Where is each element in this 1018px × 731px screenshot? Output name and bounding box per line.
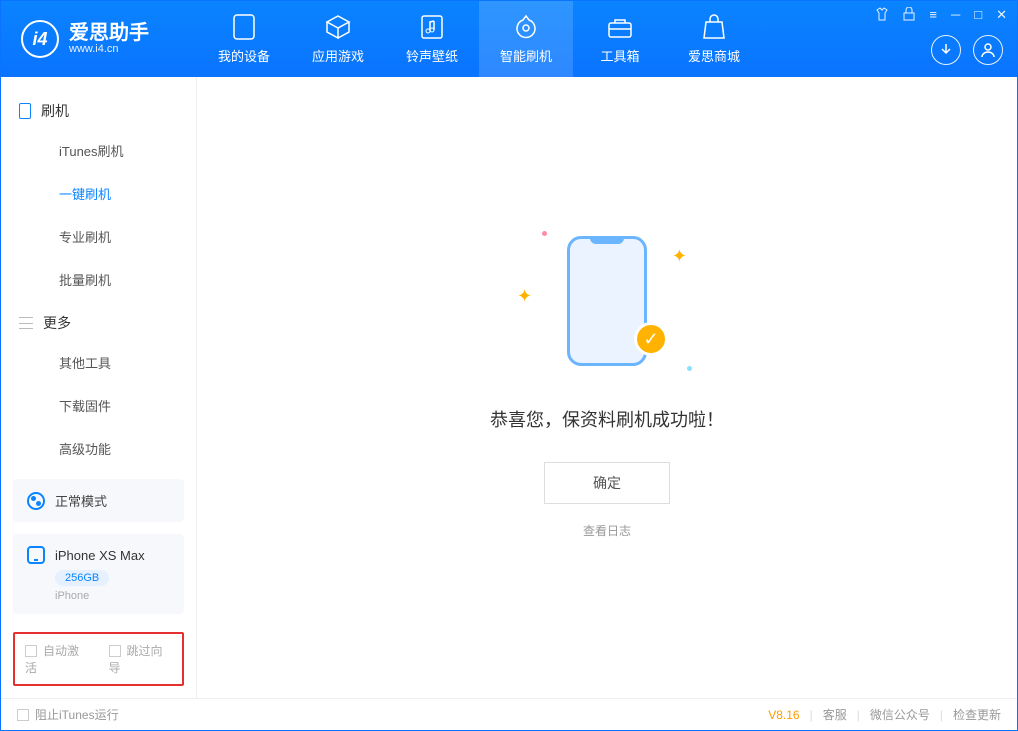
tab-label: 爱思商城 bbox=[688, 46, 740, 65]
tab-label: 智能刷机 bbox=[500, 46, 552, 65]
user-button[interactable] bbox=[973, 35, 1003, 65]
checkbox-block-itunes[interactable]: 阻止iTunes运行 bbox=[17, 706, 119, 723]
lock-icon[interactable] bbox=[903, 7, 915, 24]
dot-icon bbox=[687, 366, 692, 371]
device-name: iPhone XS Max bbox=[55, 548, 145, 563]
success-illustration: ✓ ✦ ✦ bbox=[552, 236, 662, 376]
cube-icon bbox=[325, 14, 351, 40]
app-url: www.i4.cn bbox=[69, 43, 149, 55]
dot-icon bbox=[542, 231, 547, 236]
header: i4 爱思助手 www.i4.cn 我的设备 应用游戏 铃声壁纸 智能刷机 bbox=[1, 1, 1017, 77]
device-icon bbox=[27, 546, 45, 564]
sidebar-item-other-tools[interactable]: 其他工具 bbox=[1, 341, 196, 384]
footer: 阻止iTunes运行 V8.16 | 客服 | 微信公众号 | 检查更新 bbox=[1, 698, 1017, 730]
sidebar-item-pro-flash[interactable]: 专业刷机 bbox=[1, 215, 196, 258]
sidebar-section-flash: 刷机 bbox=[1, 89, 196, 129]
sidebar-item-batch-flash[interactable]: 批量刷机 bbox=[1, 258, 196, 301]
sidebar-section-more: 更多 bbox=[1, 301, 196, 341]
mode-box[interactable]: 正常模式 bbox=[13, 479, 184, 522]
device-type: iPhone bbox=[55, 590, 170, 602]
flash-icon bbox=[513, 14, 539, 40]
tab-flash[interactable]: 智能刷机 bbox=[479, 1, 573, 77]
download-button[interactable] bbox=[931, 35, 961, 65]
check-icon: ✓ bbox=[634, 322, 668, 356]
maximize-button[interactable]: □ bbox=[974, 7, 982, 24]
footer-link-update[interactable]: 检查更新 bbox=[953, 706, 1001, 723]
main-content: ✓ ✦ ✦ 恭喜您，保资料刷机成功啦！ 确定 查看日志 bbox=[197, 77, 1017, 698]
sidebar-item-one-click-flash[interactable]: 一键刷机 bbox=[1, 172, 196, 215]
sidebar-item-itunes-flash[interactable]: iTunes刷机 bbox=[1, 129, 196, 172]
options-row: 自动激活 跳过向导 bbox=[13, 632, 184, 686]
mode-label: 正常模式 bbox=[55, 491, 107, 510]
ok-button[interactable]: 确定 bbox=[544, 462, 670, 504]
tshirt-icon[interactable] bbox=[875, 7, 889, 24]
window-controls: ≡ ─ □ ✕ bbox=[875, 7, 1007, 24]
tab-store[interactable]: 爱思商城 bbox=[667, 1, 761, 77]
bag-icon bbox=[701, 14, 727, 40]
version-label: V8.16 bbox=[768, 708, 799, 722]
tab-ringtones[interactable]: 铃声壁纸 bbox=[385, 1, 479, 77]
sparkle-icon: ✦ bbox=[672, 246, 687, 267]
main-tabs: 我的设备 应用游戏 铃声壁纸 智能刷机 工具箱 爱思商城 bbox=[197, 1, 761, 77]
logo-icon: i4 bbox=[21, 20, 59, 58]
view-log-link[interactable]: 查看日志 bbox=[583, 522, 631, 539]
footer-link-support[interactable]: 客服 bbox=[823, 706, 847, 723]
tab-label: 工具箱 bbox=[600, 46, 639, 65]
toolbox-icon bbox=[607, 14, 633, 40]
minimize-button[interactable]: ─ bbox=[951, 7, 960, 24]
tab-label: 应用游戏 bbox=[312, 46, 364, 65]
tab-label: 我的设备 bbox=[218, 46, 270, 65]
success-message: 恭喜您，保资料刷机成功啦！ bbox=[490, 406, 724, 432]
sidebar-item-download-firmware[interactable]: 下载固件 bbox=[1, 384, 196, 427]
device-capacity: 256GB bbox=[55, 570, 109, 586]
close-button[interactable]: ✕ bbox=[996, 7, 1007, 24]
body: 刷机 iTunes刷机 一键刷机 专业刷机 批量刷机 更多 其他工具 下载固件 … bbox=[1, 77, 1017, 698]
device-box[interactable]: iPhone XS Max 256GB iPhone bbox=[13, 534, 184, 614]
mode-icon bbox=[27, 492, 45, 510]
sidebar-item-advanced[interactable]: 高级功能 bbox=[1, 427, 196, 470]
app-window: i4 爱思助手 www.i4.cn 我的设备 应用游戏 铃声壁纸 智能刷机 bbox=[0, 0, 1018, 731]
header-right-buttons bbox=[931, 35, 1003, 65]
tab-label: 铃声壁纸 bbox=[406, 46, 458, 65]
checkbox-skip-guide[interactable]: 跳过向导 bbox=[109, 642, 173, 676]
sidebar: 刷机 iTunes刷机 一键刷机 专业刷机 批量刷机 更多 其他工具 下载固件 … bbox=[1, 77, 197, 698]
tab-toolbox[interactable]: 工具箱 bbox=[573, 1, 667, 77]
device-icon bbox=[231, 14, 257, 40]
sparkle-icon: ✦ bbox=[517, 286, 532, 307]
logo: i4 爱思助手 www.i4.cn bbox=[1, 20, 197, 58]
footer-link-wechat[interactable]: 微信公众号 bbox=[870, 706, 930, 723]
tab-apps[interactable]: 应用游戏 bbox=[291, 1, 385, 77]
phone-icon bbox=[19, 103, 31, 119]
checkbox-auto-activate[interactable]: 自动激活 bbox=[25, 642, 89, 676]
hamburger-icon bbox=[19, 317, 33, 329]
section-title: 更多 bbox=[43, 313, 71, 333]
tab-my-device[interactable]: 我的设备 bbox=[197, 1, 291, 77]
section-title: 刷机 bbox=[41, 101, 69, 121]
app-name: 爱思助手 bbox=[69, 23, 149, 43]
menu-icon[interactable]: ≡ bbox=[929, 7, 937, 24]
footer-left: 阻止iTunes运行 bbox=[17, 706, 119, 723]
music-icon bbox=[419, 14, 445, 40]
footer-right: V8.16 | 客服 | 微信公众号 | 检查更新 bbox=[768, 706, 1001, 723]
